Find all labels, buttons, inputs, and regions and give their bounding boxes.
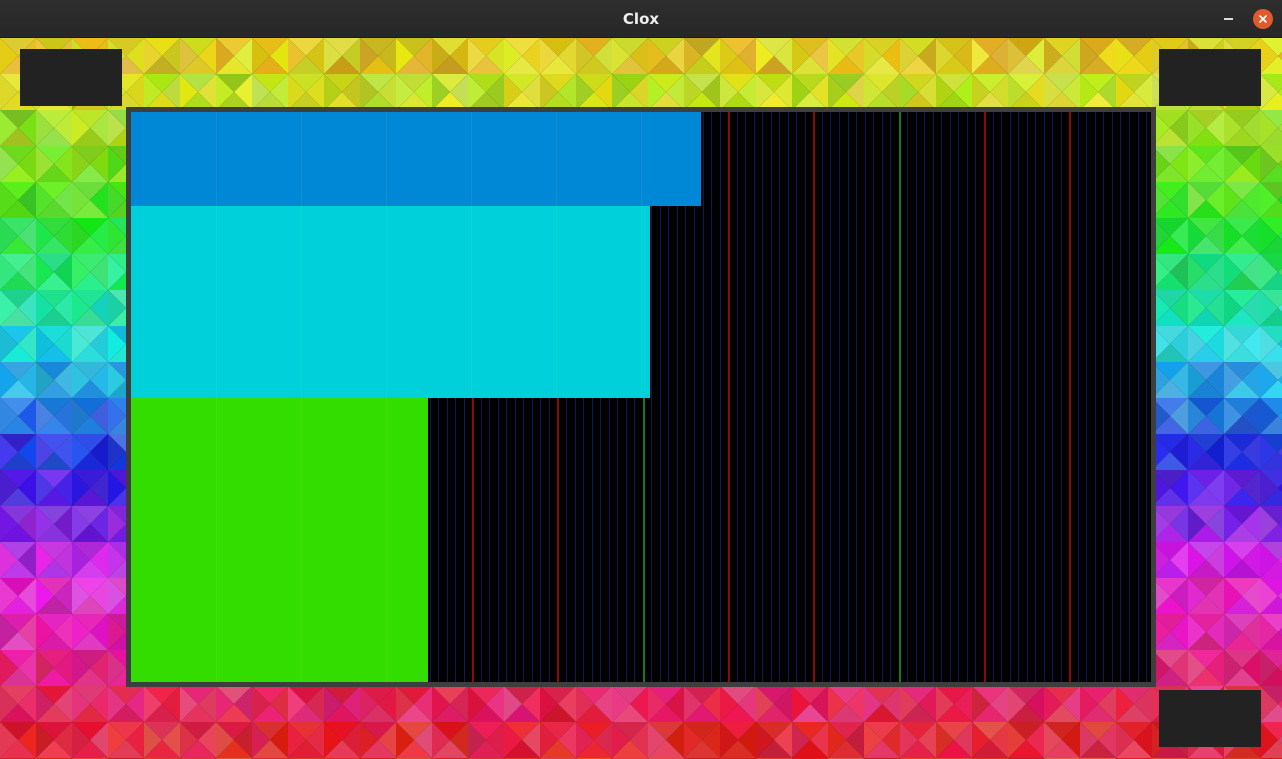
visualization-area <box>131 112 1151 682</box>
grid-line <box>728 112 730 682</box>
grid-line <box>813 112 815 682</box>
grid-line <box>916 112 917 682</box>
bar-stripe <box>471 112 472 206</box>
grid-line <box>1052 112 1053 682</box>
grid-line <box>720 112 721 682</box>
title-bar[interactable]: Clox <box>0 0 1282 38</box>
bar-cyan <box>131 206 650 398</box>
grid-line <box>745 112 746 682</box>
close-button[interactable] <box>1253 9 1273 29</box>
grid-line <box>1035 112 1036 682</box>
grid-line <box>830 112 831 682</box>
grid-line <box>1061 112 1062 682</box>
grid-line <box>924 112 925 682</box>
bar-stripe <box>301 398 302 682</box>
grid-line <box>993 112 994 682</box>
bar-stripe <box>386 398 387 682</box>
bar-stripe <box>556 206 557 398</box>
corner-block-bottom-right <box>1159 690 1261 747</box>
grid-line <box>958 112 959 682</box>
bar-stripe <box>216 112 217 206</box>
grid-line <box>754 112 755 682</box>
grid-line <box>975 112 976 682</box>
bar-stripe <box>471 206 472 398</box>
bar-stripe <box>641 206 642 398</box>
grid-line <box>967 112 968 682</box>
grid-line <box>839 112 840 682</box>
grid-line <box>711 112 712 682</box>
bar-stripe <box>641 112 642 206</box>
grid-line <box>1103 112 1104 682</box>
grid-line <box>899 112 901 682</box>
grid-line <box>907 112 908 682</box>
grid-line <box>848 112 849 682</box>
grid-line <box>1069 112 1071 682</box>
grid-line <box>1120 112 1121 682</box>
close-icon <box>1259 15 1267 23</box>
grid-line <box>788 112 789 682</box>
grid-line <box>941 112 942 682</box>
grid-line <box>950 112 951 682</box>
grid-line <box>856 112 857 682</box>
grid-line <box>1001 112 1002 682</box>
grid-line <box>1078 112 1079 682</box>
bar-stripe <box>556 112 557 206</box>
grid-line <box>771 112 772 682</box>
grid-line <box>984 112 986 682</box>
minimize-button[interactable] <box>1218 9 1238 29</box>
visualization-frame <box>126 107 1156 687</box>
grid-line <box>873 112 874 682</box>
app-canvas <box>0 38 1282 759</box>
grid-line <box>933 112 934 682</box>
grid-line <box>882 112 883 682</box>
bar-stripe <box>301 112 302 206</box>
bar-green <box>131 398 428 682</box>
grid-line <box>805 112 806 682</box>
grid-line <box>779 112 780 682</box>
grid-line <box>1095 112 1096 682</box>
grid-line <box>1010 112 1011 682</box>
grid-line <box>1027 112 1028 682</box>
corner-block-top-right <box>1159 49 1261 106</box>
grid-line <box>762 112 763 682</box>
bars-chart <box>131 112 1147 682</box>
grid-line <box>737 112 738 682</box>
window-title: Clox <box>622 10 660 28</box>
minimize-icon <box>1223 18 1233 20</box>
bar-stripe <box>216 398 217 682</box>
corner-block-top-left <box>20 49 122 106</box>
grid-line <box>890 112 891 682</box>
grid-line <box>703 112 704 682</box>
bar-stripe <box>386 206 387 398</box>
grid-line <box>865 112 866 682</box>
grid-line <box>1018 112 1019 682</box>
bar-stripe <box>216 206 217 398</box>
grid-line <box>1044 112 1045 682</box>
grid-line <box>822 112 823 682</box>
grid-line <box>1112 112 1113 682</box>
bar-stripe <box>386 112 387 206</box>
bar-stripe <box>301 206 302 398</box>
grid-line <box>1146 112 1147 682</box>
grid-line <box>796 112 797 682</box>
grid-line <box>1138 112 1139 682</box>
grid-line <box>1086 112 1087 682</box>
grid-line <box>1129 112 1130 682</box>
